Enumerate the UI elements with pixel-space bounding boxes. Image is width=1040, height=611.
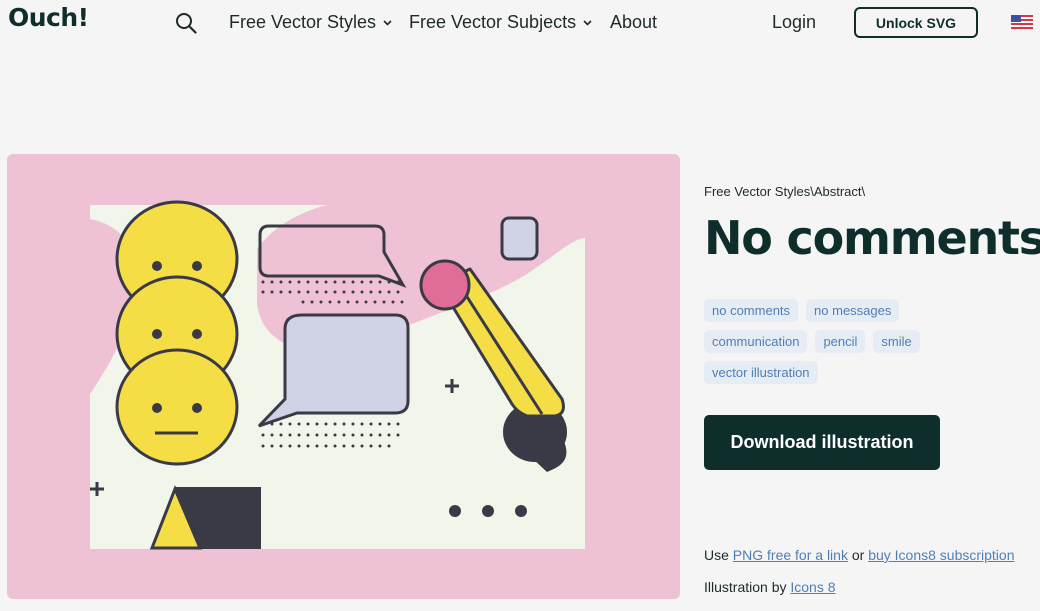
illustration-preview[interactable] [7, 154, 680, 599]
search-icon[interactable] [175, 12, 197, 34]
logo[interactable]: Ouch! [8, 3, 89, 32]
nav-label: Free Vector Subjects [409, 12, 577, 32]
credit-prefix: Illustration by [704, 579, 791, 595]
tag-row: communication pencil smile [704, 330, 1004, 353]
dot-pattern-top [261, 280, 404, 304]
chevron-down-icon [383, 20, 392, 26]
tag-list: no comments no messages communication pe… [704, 299, 1004, 392]
tag-row: vector illustration [704, 361, 1004, 384]
small-square-shape [500, 216, 539, 261]
tag[interactable]: vector illustration [704, 361, 818, 384]
login-link[interactable]: Login [772, 12, 816, 33]
buy-subscription-link[interactable]: buy Icons8 subscription [868, 547, 1014, 563]
license-prefix: Use [704, 547, 733, 563]
breadcrumb[interactable]: Free Vector Styles\Abstract\ [704, 184, 1040, 199]
us-flag-icon[interactable] [1011, 15, 1033, 29]
top-navigation: Ouch! Free Vector Styles Free Vector Sub… [0, 0, 1040, 46]
tag[interactable]: communication [704, 330, 808, 353]
nav-free-vector-styles[interactable]: Free Vector Styles [229, 12, 393, 33]
tag[interactable]: no messages [806, 299, 900, 322]
nav-label: Free Vector Styles [229, 12, 377, 32]
speech-bubble-outline [258, 224, 407, 288]
nav-about[interactable]: About [610, 12, 657, 33]
tag[interactable]: pencil [815, 330, 866, 353]
no-comments-illustration [90, 200, 585, 550]
png-free-link[interactable]: PNG free for a link [733, 547, 848, 563]
license-or: or [847, 547, 869, 563]
neutral-face [115, 348, 239, 466]
chevron-down-icon [583, 20, 592, 26]
author-credit: Illustration by Icons 8 [704, 579, 836, 595]
download-illustration-button[interactable]: Download illustration [704, 415, 940, 470]
tag[interactable]: no comments [704, 299, 799, 322]
illustration-details: Free Vector Styles\Abstract\ No comments… [704, 184, 1040, 595]
page-title: No comments [704, 211, 1040, 265]
unlock-svg-button[interactable]: Unlock SVG [854, 7, 978, 38]
author-link[interactable]: Icons 8 [790, 579, 835, 595]
tag-row: no comments no messages [704, 299, 1004, 322]
nav-label: About [610, 12, 658, 32]
license-note: Use PNG free for a link or buy Icons8 su… [704, 547, 1015, 563]
tag[interactable]: smile [873, 330, 920, 353]
nav-free-vector-subjects[interactable]: Free Vector Subjects [409, 12, 593, 33]
